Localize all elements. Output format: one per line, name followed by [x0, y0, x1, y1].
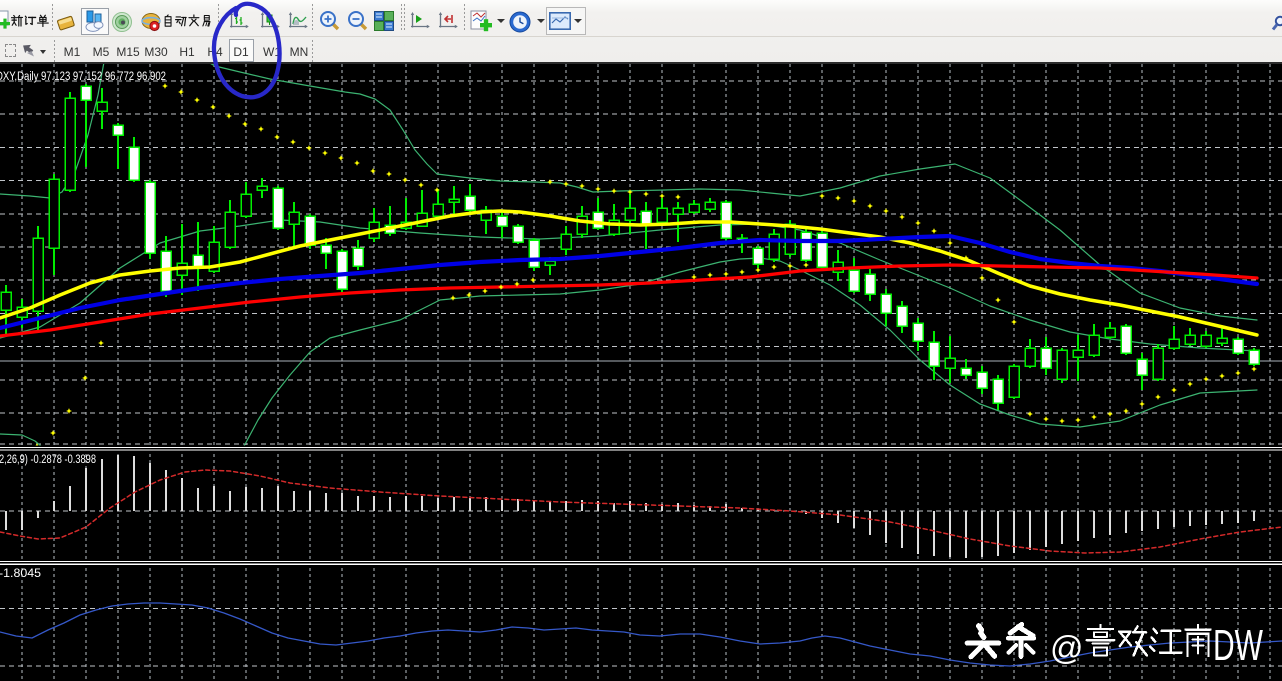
svg-text:DW: DW — [1213, 621, 1263, 670]
svg-text:-1.8045: -1.8045 — [0, 568, 41, 580]
svg-text:2,26,9) -0.2878 -0.3898: 2,26,9) -0.2878 -0.3898 — [0, 454, 96, 466]
svg-text:@: @ — [1050, 629, 1084, 666]
svg-text:DXY,Daily 97.123 97.152 96.77: DXY,Daily 97.123 97.152 96.772 96.902 — [0, 71, 166, 83]
